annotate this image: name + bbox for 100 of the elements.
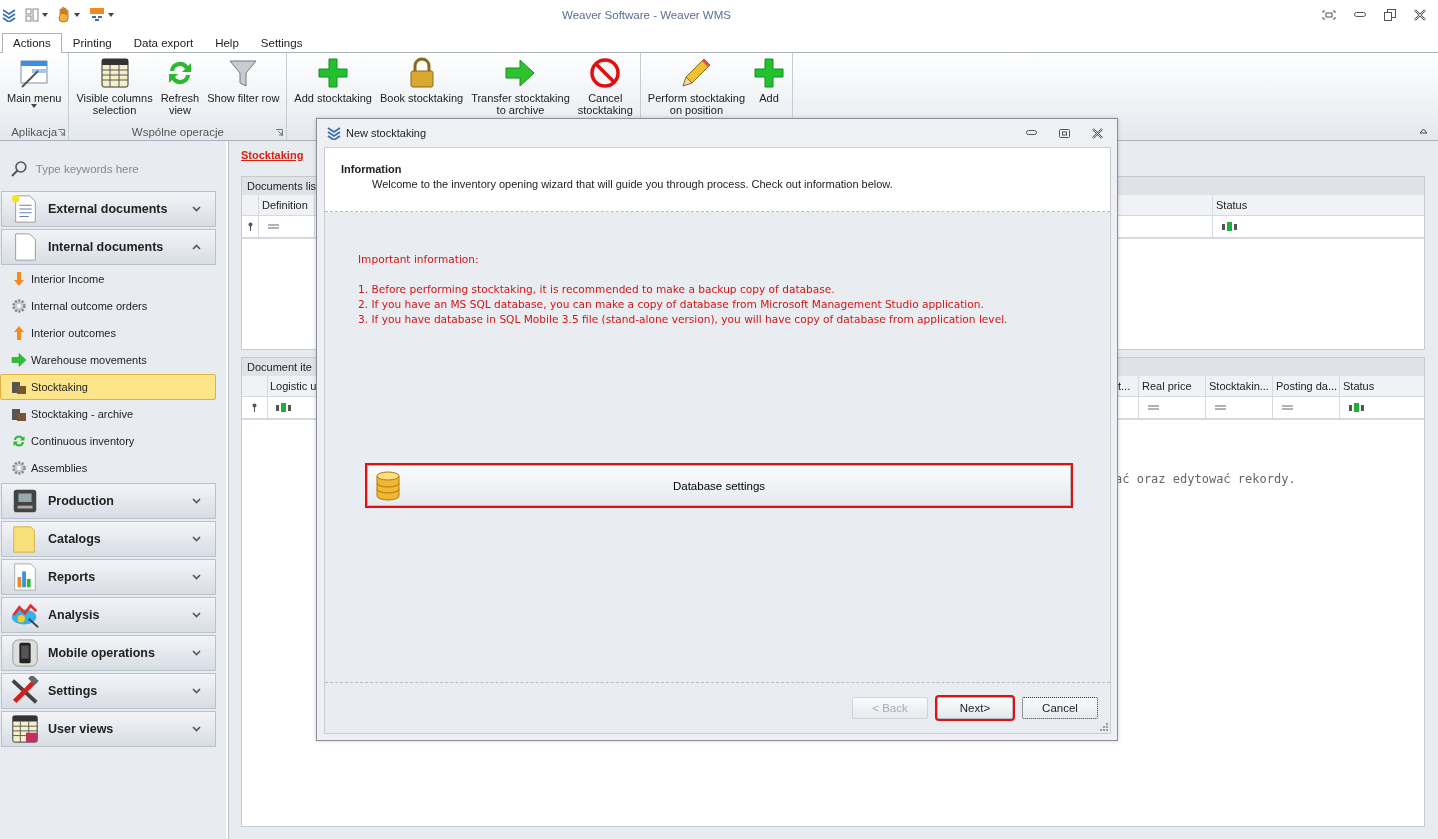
chevron-icon	[192, 536, 201, 542]
gear-icon	[11, 460, 27, 476]
breadcrumb-link[interactable]: Stocktaking	[241, 149, 304, 161]
spelling-menu-button[interactable]	[89, 7, 114, 23]
text-filter-icon	[1349, 403, 1364, 412]
ribbon-button[interactable]: Add	[749, 53, 789, 140]
ribbon-tab[interactable]: Printing	[61, 33, 123, 53]
box-icon	[11, 406, 27, 422]
plus-icon	[317, 57, 350, 89]
app-logo-icon	[327, 126, 341, 140]
minimize-icon[interactable]	[1354, 12, 1366, 18]
ribbon-tab[interactable]: Settings	[249, 33, 314, 53]
sidebar-item[interactable]: Continuous inventory	[0, 428, 216, 454]
fullscreen-icon[interactable]	[1322, 10, 1336, 20]
restore-icon[interactable]	[1384, 9, 1396, 21]
dialog-launcher-icon[interactable]	[58, 129, 66, 136]
equals-icon	[1282, 405, 1293, 410]
sidebar-group[interactable]: External documents	[1, 191, 216, 227]
close-icon[interactable]	[1092, 127, 1103, 139]
database-settings-button[interactable]: Database settings	[367, 465, 1071, 506]
database-icon	[376, 471, 400, 501]
ribbon-button[interactable]: Visible columns selection	[72, 53, 157, 123]
column-header[interactable]: Stocktakin...	[1206, 376, 1273, 396]
resize-grip-icon[interactable]	[1099, 722, 1108, 731]
ribbon-button[interactable]: Perform stocktaking on position	[643, 53, 749, 140]
caret-icon	[108, 13, 114, 17]
chevron-icon	[192, 574, 201, 580]
dialog-launcher-icon[interactable]	[276, 129, 284, 136]
right-arrow-icon	[11, 352, 27, 368]
sidebar-item[interactable]: Interior outcomes	[0, 320, 216, 346]
text-filter-icon	[1222, 222, 1237, 231]
column-header[interactable]: Definition	[259, 195, 315, 215]
sidebar-group[interactable]: User views	[1, 711, 216, 747]
gear-icon	[11, 298, 27, 314]
sidebar-group[interactable]: Mobile operations	[1, 635, 216, 671]
chevron-icon	[192, 650, 201, 656]
ribbon-tab[interactable]: Help	[204, 33, 250, 53]
search-icon	[10, 160, 28, 178]
sidebar-group[interactable]: Settings	[1, 673, 216, 709]
maximize-icon[interactable]	[1059, 128, 1070, 138]
chevron-icon	[192, 612, 201, 618]
hand-menu-button[interactable]	[57, 7, 80, 23]
sidebar-group[interactable]: Catalogs	[1, 521, 216, 557]
sidebar-item[interactable]: Assemblies	[0, 455, 216, 481]
info-line: 1. Before performing stocktaking, it is recommended to make a backup copy of database.	[358, 282, 836, 297]
sidebar-item[interactable]: Stocktaking	[0, 374, 216, 400]
ribbon-tab[interactable]: Data export	[122, 33, 205, 53]
arrow-icon	[504, 57, 537, 89]
prohibition-icon	[589, 57, 622, 89]
box-icon	[11, 379, 27, 395]
equals-icon	[1215, 405, 1226, 410]
pencil-icon	[680, 57, 713, 89]
app-logo-icon[interactable]	[2, 8, 16, 22]
search-field[interactable]: Type keywords here	[33, 161, 216, 177]
group-label: Aplikacja	[11, 125, 58, 138]
sidebar-item[interactable]: Interior Income	[0, 266, 216, 292]
ribbon-button[interactable]: Main menu	[3, 53, 66, 123]
sidebar-group[interactable]: Internal documents	[1, 229, 216, 265]
sidebar-item[interactable]: Internal outcome orders	[0, 293, 216, 319]
info-line: 2. If you have an MS SQL database, you can make a copy of database from Microsoft Management Studio application.	[358, 297, 985, 312]
phone-icon	[10, 638, 40, 668]
column-header[interactable]: Status	[1213, 195, 1424, 215]
chevron-icon	[192, 206, 201, 212]
up-arrow-icon	[11, 325, 27, 341]
pin-icon	[247, 222, 253, 231]
sidebar-item[interactable]: Stocktaking - archive	[0, 401, 216, 427]
equals-icon	[1148, 405, 1159, 410]
refresh-icon	[11, 433, 27, 449]
table-icon	[10, 714, 40, 744]
text-filter-icon	[276, 403, 291, 412]
dialog-title: New stocktaking	[346, 127, 428, 139]
minimize-icon[interactable]	[1026, 130, 1037, 136]
plus-icon	[753, 57, 785, 89]
wizard-button[interactable]: Next>	[937, 697, 1013, 719]
chevron-icon	[192, 688, 201, 694]
wizard-button[interactable]: Cancel	[1022, 697, 1098, 719]
ribbon-button[interactable]: Refresh view	[156, 53, 204, 123]
column-header[interactable]: Real price	[1139, 376, 1206, 396]
ribbon-button[interactable]: Cancel stocktaking	[573, 53, 637, 140]
ribbon-button[interactable]: Transfer stocktaking to archive	[467, 53, 574, 140]
ribbon-tab[interactable]: Actions	[2, 33, 62, 53]
column-header[interactable]: Posting da...	[1273, 376, 1340, 396]
table-icon	[98, 57, 131, 89]
chevron-icon	[192, 244, 201, 250]
chevron-icon	[192, 726, 201, 732]
pin-icon	[252, 403, 257, 412]
sidebar-group[interactable]: Production	[1, 483, 216, 519]
group-label: Wspólne operacje	[131, 125, 224, 138]
sidebar-item[interactable]: Warehouse movements	[0, 347, 216, 373]
tools-icon	[10, 676, 40, 706]
column-header[interactable]: Status	[1340, 376, 1424, 396]
wizard-description: Welcome to the inventory opening wizard that will guide you through process. Check out information below.	[372, 178, 894, 190]
wizard-title: Information	[341, 163, 403, 175]
collapse-ribbon-icon[interactable]	[1419, 128, 1428, 134]
layout-menu-button[interactable]	[25, 8, 48, 22]
ribbon-button[interactable]: Show filter row	[203, 53, 284, 123]
close-icon[interactable]	[1414, 9, 1426, 21]
sidebar-group[interactable]: Analysis	[1, 597, 216, 633]
down-arrow-icon	[11, 271, 27, 287]
sidebar-group[interactable]: Reports	[1, 559, 216, 595]
